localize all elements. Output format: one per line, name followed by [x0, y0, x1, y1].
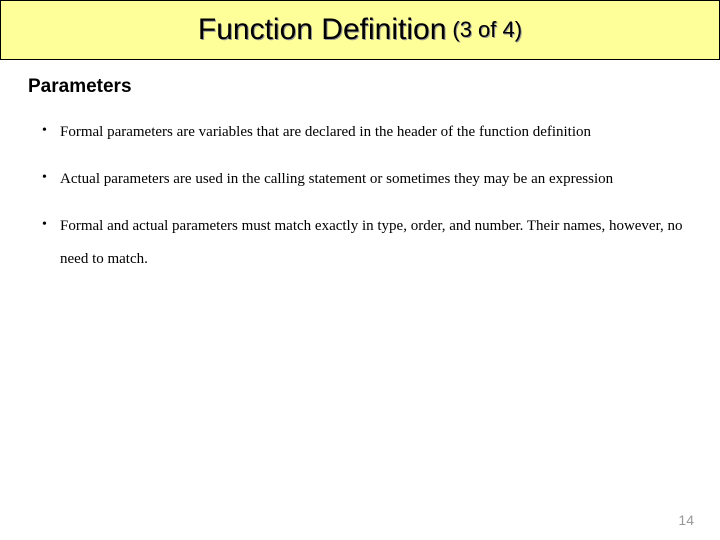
section-heading: Parameters — [28, 76, 692, 98]
list-item: Actual parameters are used in the callin… — [38, 163, 692, 196]
slide-title-main: Function Definition — [198, 13, 446, 47]
slide-content: Parameters Formal parameters are variabl… — [0, 60, 720, 276]
list-item: Formal parameters are variables that are… — [38, 116, 692, 149]
slide-title-sub: (3 of 4) — [452, 17, 522, 43]
title-bar: Function Definition (3 of 4) — [0, 0, 720, 60]
bullet-list: Formal parameters are variables that are… — [28, 116, 692, 276]
list-item: Formal and actual parameters must match … — [38, 210, 692, 276]
page-number: 14 — [678, 512, 694, 528]
